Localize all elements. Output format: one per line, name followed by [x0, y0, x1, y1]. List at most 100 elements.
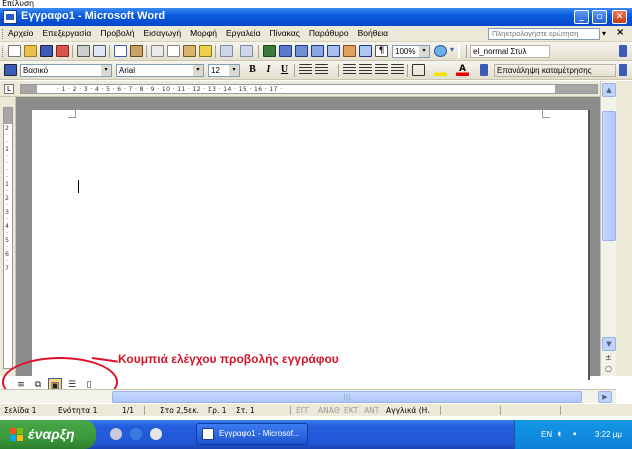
- style-combo[interactable]: Βασικό ▾: [20, 64, 112, 77]
- internet-explorer-icon[interactable]: [130, 428, 142, 440]
- vertical-scroll-thumb[interactable]: [602, 111, 616, 241]
- menu-view[interactable]: Προβολή: [100, 28, 134, 38]
- format-painter-icon[interactable]: [199, 45, 212, 57]
- previous-page-icon[interactable]: ±: [605, 353, 612, 362]
- toolbar-options-icon-2[interactable]: [480, 64, 488, 76]
- font-combo[interactable]: Arial ▾: [116, 64, 204, 77]
- columns-icon[interactable]: [327, 45, 340, 57]
- menu-format[interactable]: Μορφή: [190, 28, 217, 38]
- vertical-ruler[interactable]: 2 · · 1 · · · · 1 · 2 · 3 · 4 · 5 · 6 · 7: [0, 97, 16, 376]
- toolbar-grip[interactable]: [2, 46, 4, 57]
- numbering-icon[interactable]: [343, 64, 356, 76]
- styles-pane-icon[interactable]: [4, 64, 17, 76]
- menubar-grip[interactable]: [2, 29, 4, 39]
- reply-with-changes[interactable]: Επανάληψη καταμέτρησης: [494, 64, 616, 77]
- menu-tools[interactable]: Εργαλεία: [226, 28, 261, 38]
- scroll-up-icon[interactable]: ▲: [602, 83, 616, 97]
- show-hide-icon[interactable]: ¶: [375, 45, 388, 57]
- print-icon[interactable]: [77, 45, 90, 57]
- menu-insert[interactable]: Εισαγωγή: [143, 28, 181, 38]
- close-document-button[interactable]: ×: [616, 27, 624, 38]
- zoom-dropdown-icon[interactable]: ▾: [419, 46, 429, 57]
- standard-toolbar: ¶ 100% ▾ ▾ el_normal Στυλ: [0, 42, 632, 61]
- window-right-edge: [616, 81, 632, 376]
- increase-indent-icon[interactable]: [391, 64, 404, 76]
- menu-window[interactable]: Παράθυρο: [309, 28, 349, 38]
- quicklaunch-icon-3[interactable]: [150, 428, 162, 440]
- tables-borders-icon[interactable]: [279, 45, 292, 57]
- menu-edit[interactable]: Επεξεργασία: [42, 28, 91, 38]
- status-ext[interactable]: ΕΚΤ: [344, 404, 358, 417]
- style-dropdown-icon[interactable]: ▾: [101, 65, 111, 76]
- spelling-icon[interactable]: [114, 45, 127, 57]
- borders-icon[interactable]: [412, 64, 425, 76]
- line-spacing-icon[interactable]: [315, 64, 328, 76]
- document-page[interactable]: [32, 110, 590, 380]
- toolbar-overflow-icon-2[interactable]: [619, 64, 627, 76]
- word-document-icon[interactable]: [3, 10, 17, 24]
- tab-selector-icon[interactable]: L: [4, 84, 14, 94]
- title-bar[interactable]: Εγγραφο1 - Microsoft Word _ ▫ ✕: [0, 8, 632, 26]
- start-button[interactable]: έναρξη: [0, 420, 96, 449]
- bold-button[interactable]: B: [246, 64, 259, 76]
- menu-table[interactable]: Πίνακας: [269, 28, 299, 38]
- insert-excel-icon[interactable]: [311, 45, 324, 57]
- horizontal-scroll-thumb[interactable]: |||: [112, 391, 582, 403]
- undo-icon[interactable]: [220, 45, 233, 57]
- new-document-icon[interactable]: [8, 45, 21, 57]
- menu-help[interactable]: Βοήθεια: [358, 28, 388, 38]
- copy-icon[interactable]: [167, 45, 180, 57]
- status-section: Ενότητα 1: [58, 406, 98, 415]
- font-value: Arial: [119, 66, 136, 75]
- decrease-indent-icon[interactable]: [375, 64, 388, 76]
- language-indicator[interactable]: EN: [541, 420, 552, 449]
- scroll-right-icon[interactable]: ▶: [598, 391, 612, 403]
- minimize-button[interactable]: _: [574, 10, 589, 24]
- windows-flag-icon: [10, 428, 23, 441]
- bullets-icon[interactable]: [359, 64, 372, 76]
- cut-icon[interactable]: [151, 45, 164, 57]
- document-map-icon[interactable]: [359, 45, 372, 57]
- status-trk[interactable]: ΑΝΑΘ: [318, 404, 340, 417]
- vertical-scrollbar[interactable]: ▲ ▼ ± ○: [600, 81, 616, 376]
- save-icon[interactable]: [40, 45, 53, 57]
- quicklaunch-icon-1[interactable]: [110, 428, 122, 440]
- status-rec[interactable]: ΕΓΓ: [296, 404, 309, 417]
- italic-button[interactable]: I: [262, 64, 275, 76]
- help-icon[interactable]: [434, 45, 447, 57]
- ruler-track[interactable]: · 1 · 2 · 3 · 4 · 5 · 6 · 7 · 8 · 9 · 10…: [20, 84, 598, 94]
- redo-icon[interactable]: [240, 45, 253, 57]
- menu-file[interactable]: Αρχείο: [8, 28, 33, 38]
- status-ovr[interactable]: ΑΝΤ: [364, 404, 379, 417]
- font-size-dropdown-icon[interactable]: ▾: [229, 65, 239, 76]
- horizontal-scrollbar[interactable]: ||| ▶: [0, 389, 616, 403]
- research-icon[interactable]: [130, 45, 143, 57]
- zoom-combo[interactable]: 100% ▾: [392, 45, 430, 58]
- scroll-down-icon[interactable]: ▼: [602, 337, 616, 351]
- help-question-input[interactable]: Πληκτρολογήστε ερώτηση: [488, 28, 600, 40]
- horizontal-ruler[interactable]: L · 1 · 2 · 3 · 4 · 5 · 6 · 7 · 8 · 9 · …: [0, 81, 632, 97]
- hyperlink-icon[interactable]: [263, 45, 276, 57]
- help-dropdown-icon[interactable]: ▾: [602, 29, 606, 38]
- font-dropdown-icon[interactable]: ▾: [193, 65, 203, 76]
- style-box[interactable]: el_normal Στυλ: [470, 45, 550, 58]
- toolbar-overflow-icon[interactable]: [619, 45, 627, 57]
- font-size-combo[interactable]: 12 ▾: [208, 64, 240, 77]
- insert-table-icon[interactable]: [295, 45, 308, 57]
- font-color-icon[interactable]: A: [456, 64, 469, 76]
- taskbar-word-item[interactable]: Εγγραφο1 - Microsof...: [196, 423, 308, 445]
- select-browse-object-icon[interactable]: ○: [605, 364, 612, 373]
- language-bar-icon[interactable]: ◐: [557, 420, 564, 449]
- underline-button[interactable]: U: [278, 64, 291, 76]
- network-icon[interactable]: ▪: [573, 420, 577, 449]
- maximize-button[interactable]: ▫: [592, 10, 607, 24]
- permission-icon[interactable]: [56, 45, 69, 57]
- highlight-icon[interactable]: [434, 64, 447, 76]
- close-button[interactable]: ✕: [612, 10, 627, 24]
- open-folder-icon[interactable]: [24, 45, 37, 57]
- print-preview-icon[interactable]: [93, 45, 106, 57]
- drawing-icon[interactable]: [343, 45, 356, 57]
- toolbar-options-icon[interactable]: ▾: [450, 45, 456, 57]
- paste-icon[interactable]: [183, 45, 196, 57]
- align-left-icon[interactable]: [299, 64, 312, 76]
